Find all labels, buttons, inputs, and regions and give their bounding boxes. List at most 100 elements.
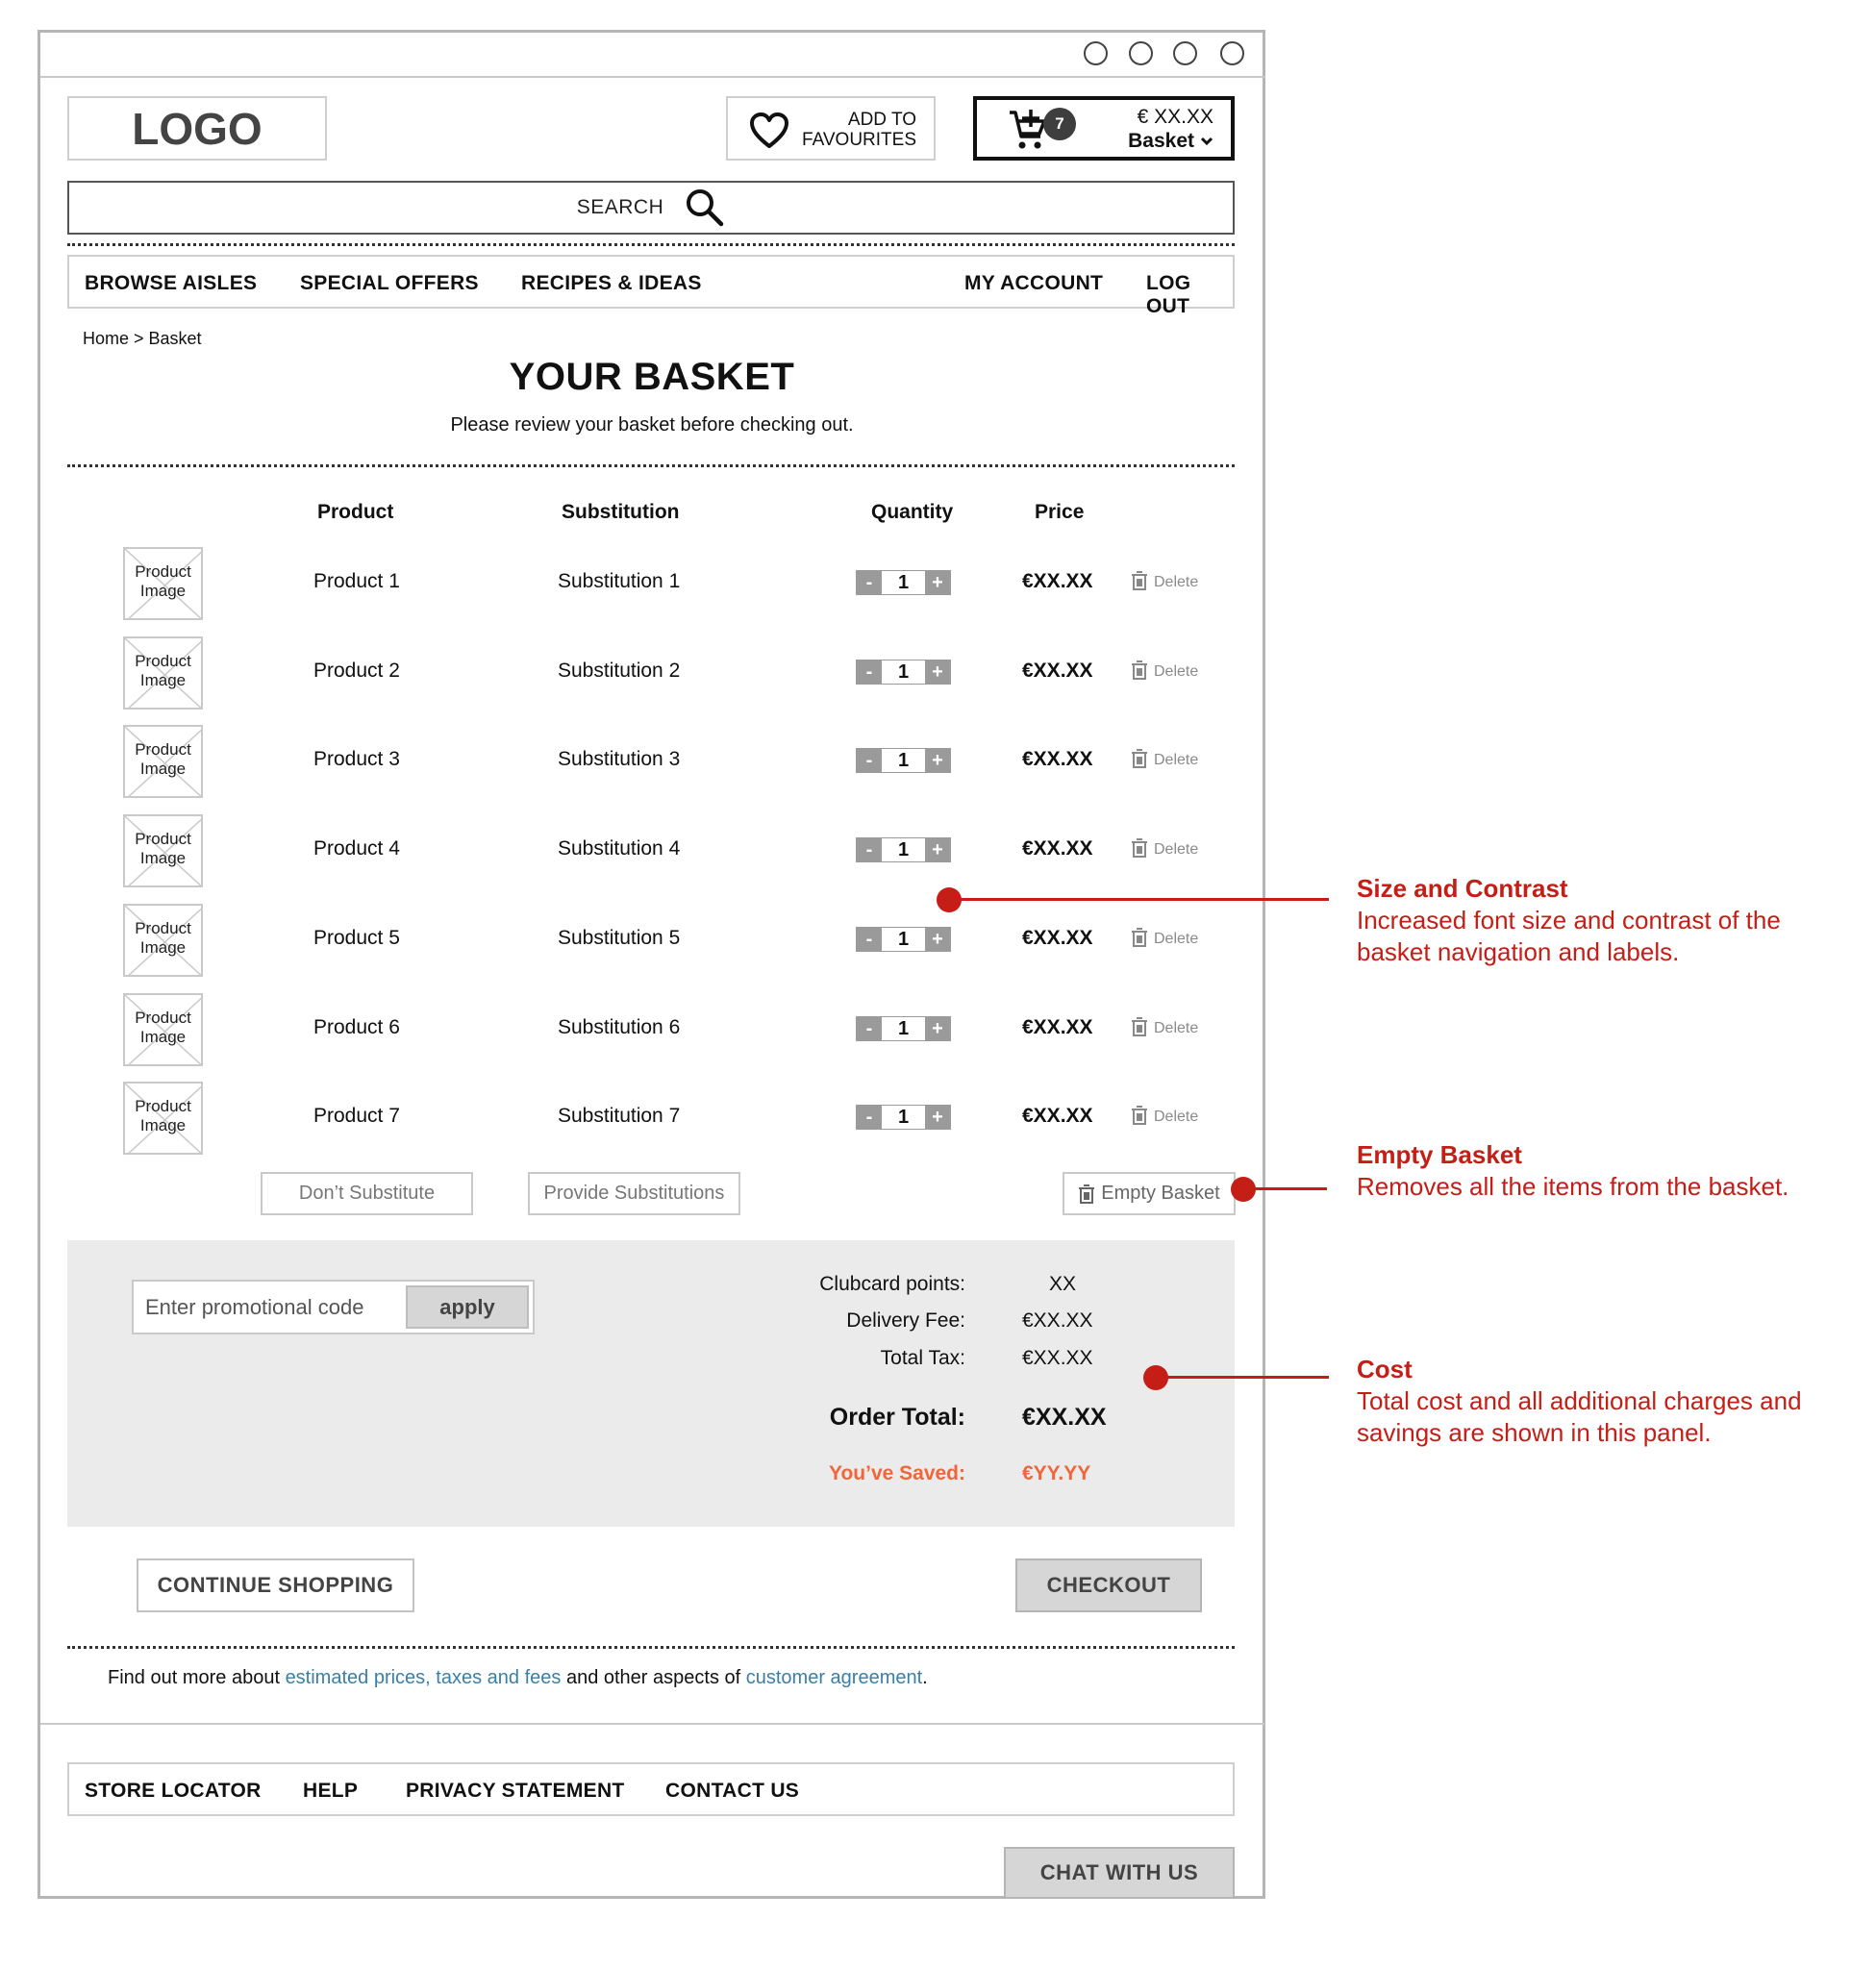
image-placeholder-line2: Image <box>139 938 187 957</box>
promo-code-input[interactable]: Enter promotional code <box>145 1295 363 1320</box>
breadcrumb[interactable]: Home > Basket <box>83 329 202 349</box>
decrease-quantity-button[interactable]: - <box>857 928 882 951</box>
delete-label: Delete <box>1154 1020 1199 1036</box>
search-input[interactable]: SEARCH <box>67 181 1235 235</box>
window-control-icon[interactable] <box>1173 41 1197 65</box>
header-quantity: Quantity <box>871 501 954 523</box>
footer-store-locator[interactable]: STORE LOCATOR <box>85 1780 262 1803</box>
annotation-title: Cost <box>1357 1355 1413 1383</box>
search-icon[interactable] <box>685 187 725 228</box>
delete-label: Delete <box>1154 931 1199 947</box>
nav-log-out[interactable]: LOG OUT <box>1146 272 1233 318</box>
delete-item-button[interactable]: Delete <box>1131 748 1198 769</box>
basket-dropdown[interactable]: 7 € XX.XX Basket <box>973 96 1235 161</box>
item-price: €XX.XX <box>1022 837 1093 860</box>
product-name[interactable]: Product 3 <box>313 748 400 771</box>
decrease-quantity-button[interactable]: - <box>857 838 882 861</box>
product-image-placeholder: Product Image <box>123 993 203 1066</box>
heart-icon <box>750 112 788 148</box>
delete-item-button[interactable]: Delete <box>1131 660 1198 681</box>
promo-code-group: Enter promotional code apply <box>132 1280 535 1334</box>
substitution-name[interactable]: Substitution 6 <box>558 1016 680 1039</box>
annotation-body: Total cost and all additional charges an… <box>1357 1386 1802 1447</box>
empty-basket-button[interactable]: Empty Basket <box>1063 1172 1236 1215</box>
saved-value: €YY.YY <box>1022 1462 1091 1484</box>
trash-icon <box>1079 1184 1095 1204</box>
nav-recipes-ideas[interactable]: RECIPES & IDEAS <box>521 272 702 295</box>
substitution-name[interactable]: Substitution 4 <box>558 837 680 860</box>
dont-substitute-button[interactable]: Don’t Substitute <box>261 1172 473 1215</box>
increase-quantity-button[interactable]: + <box>925 838 950 861</box>
product-name[interactable]: Product 2 <box>313 660 400 683</box>
increase-quantity-button[interactable]: + <box>925 571 950 594</box>
product-name[interactable]: Product 1 <box>313 570 400 593</box>
decrease-quantity-button[interactable]: - <box>857 749 882 772</box>
window-control-icon[interactable] <box>1129 41 1153 65</box>
substitution-name[interactable]: Substitution 5 <box>558 927 680 950</box>
substitution-name[interactable]: Substitution 7 <box>558 1105 680 1128</box>
delete-item-button[interactable]: Delete <box>1131 837 1198 859</box>
delete-item-button[interactable]: Delete <box>1131 570 1198 591</box>
window-control-icon[interactable] <box>1220 41 1244 65</box>
image-placeholder-line1: Product <box>135 1097 191 1115</box>
annotation-empty-basket: Empty Basket Removes all the items from … <box>1357 1139 1809 1203</box>
decrease-quantity-button[interactable]: - <box>857 660 882 684</box>
product-name[interactable]: Product 6 <box>313 1016 400 1039</box>
header-product: Product <box>317 501 394 523</box>
basket-count-badge: 7 <box>1043 108 1076 140</box>
provide-substitutions-button[interactable]: Provide Substitutions <box>528 1172 740 1215</box>
total-tax-label: Total Tax: <box>880 1347 965 1369</box>
continue-shopping-button[interactable]: CONTINUE SHOPPING <box>137 1558 414 1612</box>
annotation-title: Empty Basket <box>1357 1140 1522 1169</box>
product-name[interactable]: Product 5 <box>313 927 400 950</box>
quantity-value[interactable]: 1 <box>882 749 925 772</box>
footer-help[interactable]: HELP <box>303 1780 358 1803</box>
window-control-icon[interactable] <box>1084 41 1108 65</box>
header-substitution: Substitution <box>562 501 680 523</box>
substitution-name[interactable]: Substitution 2 <box>558 660 680 683</box>
nav-browse-aisles[interactable]: BROWSE AISLES <box>85 272 257 295</box>
estimated-prices-link[interactable]: estimated prices, taxes and fees <box>286 1667 562 1688</box>
apply-button[interactable]: apply <box>406 1285 529 1329</box>
increase-quantity-button[interactable]: + <box>925 660 950 684</box>
increase-quantity-button[interactable]: + <box>925 1106 950 1129</box>
nav-special-offers[interactable]: SPECIAL OFFERS <box>300 272 479 295</box>
product-name[interactable]: Product 4 <box>313 837 400 860</box>
annotation-title: Size and Contrast <box>1357 874 1568 903</box>
image-placeholder-line1: Product <box>135 1009 191 1027</box>
item-price: €XX.XX <box>1022 570 1093 592</box>
delete-item-button[interactable]: Delete <box>1131 1016 1198 1037</box>
nav-my-account[interactable]: MY ACCOUNT <box>964 272 1103 295</box>
increase-quantity-button[interactable]: + <box>925 1017 950 1040</box>
product-image-placeholder: Product Image <box>123 547 203 620</box>
quantity-stepper: -1 + <box>856 570 951 595</box>
increase-quantity-button[interactable]: + <box>925 928 950 951</box>
substitution-name[interactable]: Substitution 3 <box>558 748 680 771</box>
checkout-button[interactable]: CHECKOUT <box>1015 1558 1202 1612</box>
add-to-favourites-button[interactable]: ADD TO FAVOURITES <box>726 96 936 161</box>
annotation-line-empty-basket <box>1243 1187 1327 1190</box>
delete-item-button[interactable]: Delete <box>1131 1105 1198 1126</box>
logo[interactable]: LOGO <box>67 96 327 161</box>
quantity-value[interactable]: 1 <box>882 660 925 684</box>
quantity-value[interactable]: 1 <box>882 838 925 861</box>
increase-quantity-button[interactable]: + <box>925 749 950 772</box>
product-name[interactable]: Product 7 <box>313 1105 400 1128</box>
quantity-value[interactable]: 1 <box>882 928 925 951</box>
customer-agreement-link[interactable]: customer agreement <box>746 1667 922 1688</box>
decrease-quantity-button[interactable]: - <box>857 1017 882 1040</box>
image-placeholder-line2: Image <box>139 1116 187 1134</box>
order-total-value: €XX.XX <box>1022 1404 1107 1431</box>
footer-contact-us[interactable]: CONTACT US <box>665 1780 799 1803</box>
delete-item-button[interactable]: Delete <box>1131 927 1198 948</box>
chat-with-us-button[interactable]: CHAT WITH US <box>1004 1847 1235 1899</box>
decrease-quantity-button[interactable]: - <box>857 1106 882 1129</box>
quantity-value[interactable]: 1 <box>882 1106 925 1129</box>
footer-privacy-statement[interactable]: PRIVACY STATEMENT <box>406 1780 625 1803</box>
decrease-quantity-button[interactable]: - <box>857 571 882 594</box>
quantity-value[interactable]: 1 <box>882 1017 925 1040</box>
chevron-down-icon <box>1200 137 1213 146</box>
quantity-value[interactable]: 1 <box>882 571 925 594</box>
basket-amount: € XX.XX <box>1137 106 1213 128</box>
substitution-name[interactable]: Substitution 1 <box>558 570 680 593</box>
